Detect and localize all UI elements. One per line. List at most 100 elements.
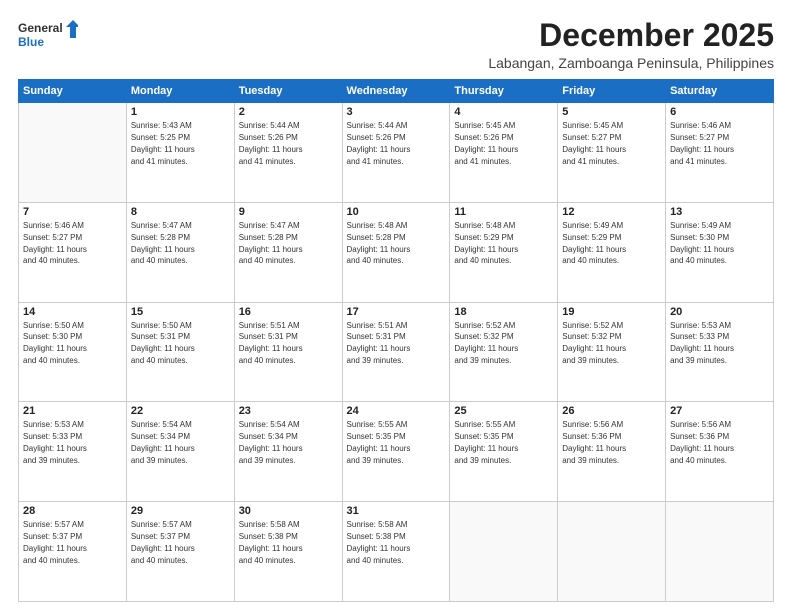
cell-info: Sunrise: 5:46 AMSunset: 5:27 PMDaylight:…: [23, 221, 87, 265]
cell-info: Sunrise: 5:43 AMSunset: 5:25 PMDaylight:…: [131, 121, 195, 165]
calendar-week-row: 1 Sunrise: 5:43 AMSunset: 5:25 PMDayligh…: [19, 103, 774, 203]
day-number: 1: [131, 106, 230, 118]
title-block: December 2025 Labangan, Zamboanga Penins…: [488, 18, 774, 71]
table-row: 17 Sunrise: 5:51 AMSunset: 5:31 PMDaylig…: [342, 302, 450, 402]
day-number: 14: [23, 306, 122, 318]
day-number: 28: [23, 505, 122, 517]
day-number: 17: [347, 306, 446, 318]
page: General Blue December 2025 Labangan, Zam…: [0, 0, 792, 612]
cell-info: Sunrise: 5:47 AMSunset: 5:28 PMDaylight:…: [239, 221, 303, 265]
cell-info: Sunrise: 5:50 AMSunset: 5:30 PMDaylight:…: [23, 321, 87, 365]
cell-info: Sunrise: 5:55 AMSunset: 5:35 PMDaylight:…: [454, 420, 518, 464]
col-monday: Monday: [126, 80, 234, 103]
table-row: 21 Sunrise: 5:53 AMSunset: 5:33 PMDaylig…: [19, 402, 127, 502]
cell-info: Sunrise: 5:45 AMSunset: 5:27 PMDaylight:…: [562, 121, 626, 165]
day-number: 20: [670, 306, 769, 318]
cell-info: Sunrise: 5:47 AMSunset: 5:28 PMDaylight:…: [131, 221, 195, 265]
day-number: 22: [131, 405, 230, 417]
cell-info: Sunrise: 5:46 AMSunset: 5:27 PMDaylight:…: [670, 121, 734, 165]
table-row: 4 Sunrise: 5:45 AMSunset: 5:26 PMDayligh…: [450, 103, 558, 203]
day-number: 6: [670, 106, 769, 118]
cell-info: Sunrise: 5:48 AMSunset: 5:28 PMDaylight:…: [347, 221, 411, 265]
table-row: [666, 502, 774, 602]
day-number: 19: [562, 306, 661, 318]
table-row: 25 Sunrise: 5:55 AMSunset: 5:35 PMDaylig…: [450, 402, 558, 502]
day-number: 23: [239, 405, 338, 417]
calendar-week-row: 21 Sunrise: 5:53 AMSunset: 5:33 PMDaylig…: [19, 402, 774, 502]
cell-info: Sunrise: 5:56 AMSunset: 5:36 PMDaylight:…: [562, 420, 626, 464]
day-number: 2: [239, 106, 338, 118]
col-saturday: Saturday: [666, 80, 774, 103]
day-number: 9: [239, 206, 338, 218]
table-row: 14 Sunrise: 5:50 AMSunset: 5:30 PMDaylig…: [19, 302, 127, 402]
cell-info: Sunrise: 5:51 AMSunset: 5:31 PMDaylight:…: [239, 321, 303, 365]
day-number: 24: [347, 405, 446, 417]
table-row: 31 Sunrise: 5:58 AMSunset: 5:38 PMDaylig…: [342, 502, 450, 602]
calendar-week-row: 14 Sunrise: 5:50 AMSunset: 5:30 PMDaylig…: [19, 302, 774, 402]
table-row: 30 Sunrise: 5:58 AMSunset: 5:38 PMDaylig…: [234, 502, 342, 602]
table-row: 6 Sunrise: 5:46 AMSunset: 5:27 PMDayligh…: [666, 103, 774, 203]
cell-info: Sunrise: 5:49 AMSunset: 5:30 PMDaylight:…: [670, 221, 734, 265]
calendar-header-row: Sunday Monday Tuesday Wednesday Thursday…: [19, 80, 774, 103]
calendar-week-row: 28 Sunrise: 5:57 AMSunset: 5:37 PMDaylig…: [19, 502, 774, 602]
day-number: 25: [454, 405, 553, 417]
cell-info: Sunrise: 5:53 AMSunset: 5:33 PMDaylight:…: [670, 321, 734, 365]
table-row: 8 Sunrise: 5:47 AMSunset: 5:28 PMDayligh…: [126, 202, 234, 302]
day-number: 16: [239, 306, 338, 318]
table-row: [558, 502, 666, 602]
day-number: 4: [454, 106, 553, 118]
logo-svg: General Blue: [18, 18, 78, 54]
cell-info: Sunrise: 5:44 AMSunset: 5:26 PMDaylight:…: [239, 121, 303, 165]
day-number: 5: [562, 106, 661, 118]
cell-info: Sunrise: 5:51 AMSunset: 5:31 PMDaylight:…: [347, 321, 411, 365]
table-row: 24 Sunrise: 5:55 AMSunset: 5:35 PMDaylig…: [342, 402, 450, 502]
day-number: 15: [131, 306, 230, 318]
table-row: [450, 502, 558, 602]
table-row: 9 Sunrise: 5:47 AMSunset: 5:28 PMDayligh…: [234, 202, 342, 302]
logo: General Blue: [18, 18, 78, 54]
cell-info: Sunrise: 5:54 AMSunset: 5:34 PMDaylight:…: [131, 420, 195, 464]
day-number: 18: [454, 306, 553, 318]
cell-info: Sunrise: 5:58 AMSunset: 5:38 PMDaylight:…: [347, 520, 411, 564]
cell-info: Sunrise: 5:49 AMSunset: 5:29 PMDaylight:…: [562, 221, 626, 265]
table-row: 2 Sunrise: 5:44 AMSunset: 5:26 PMDayligh…: [234, 103, 342, 203]
cell-info: Sunrise: 5:56 AMSunset: 5:36 PMDaylight:…: [670, 420, 734, 464]
table-row: 18 Sunrise: 5:52 AMSunset: 5:32 PMDaylig…: [450, 302, 558, 402]
table-row: 22 Sunrise: 5:54 AMSunset: 5:34 PMDaylig…: [126, 402, 234, 502]
col-tuesday: Tuesday: [234, 80, 342, 103]
calendar-table: Sunday Monday Tuesday Wednesday Thursday…: [18, 79, 774, 602]
day-number: 26: [562, 405, 661, 417]
cell-info: Sunrise: 5:54 AMSunset: 5:34 PMDaylight:…: [239, 420, 303, 464]
month-title: December 2025: [488, 18, 774, 53]
cell-info: Sunrise: 5:52 AMSunset: 5:32 PMDaylight:…: [454, 321, 518, 365]
cell-info: Sunrise: 5:57 AMSunset: 5:37 PMDaylight:…: [131, 520, 195, 564]
day-number: 27: [670, 405, 769, 417]
table-row: 27 Sunrise: 5:56 AMSunset: 5:36 PMDaylig…: [666, 402, 774, 502]
cell-info: Sunrise: 5:53 AMSunset: 5:33 PMDaylight:…: [23, 420, 87, 464]
table-row: 12 Sunrise: 5:49 AMSunset: 5:29 PMDaylig…: [558, 202, 666, 302]
day-number: 12: [562, 206, 661, 218]
location: Labangan, Zamboanga Peninsula, Philippin…: [488, 55, 774, 71]
day-number: 29: [131, 505, 230, 517]
cell-info: Sunrise: 5:57 AMSunset: 5:37 PMDaylight:…: [23, 520, 87, 564]
table-row: 26 Sunrise: 5:56 AMSunset: 5:36 PMDaylig…: [558, 402, 666, 502]
cell-info: Sunrise: 5:45 AMSunset: 5:26 PMDaylight:…: [454, 121, 518, 165]
table-row: 15 Sunrise: 5:50 AMSunset: 5:31 PMDaylig…: [126, 302, 234, 402]
col-sunday: Sunday: [19, 80, 127, 103]
table-row: 5 Sunrise: 5:45 AMSunset: 5:27 PMDayligh…: [558, 103, 666, 203]
table-row: 20 Sunrise: 5:53 AMSunset: 5:33 PMDaylig…: [666, 302, 774, 402]
calendar-week-row: 7 Sunrise: 5:46 AMSunset: 5:27 PMDayligh…: [19, 202, 774, 302]
cell-info: Sunrise: 5:48 AMSunset: 5:29 PMDaylight:…: [454, 221, 518, 265]
table-row: 19 Sunrise: 5:52 AMSunset: 5:32 PMDaylig…: [558, 302, 666, 402]
day-number: 8: [131, 206, 230, 218]
table-row: 11 Sunrise: 5:48 AMSunset: 5:29 PMDaylig…: [450, 202, 558, 302]
day-number: 31: [347, 505, 446, 517]
day-number: 21: [23, 405, 122, 417]
day-number: 7: [23, 206, 122, 218]
table-row: 10 Sunrise: 5:48 AMSunset: 5:28 PMDaylig…: [342, 202, 450, 302]
table-row: 16 Sunrise: 5:51 AMSunset: 5:31 PMDaylig…: [234, 302, 342, 402]
table-row: 23 Sunrise: 5:54 AMSunset: 5:34 PMDaylig…: [234, 402, 342, 502]
day-number: 13: [670, 206, 769, 218]
cell-info: Sunrise: 5:55 AMSunset: 5:35 PMDaylight:…: [347, 420, 411, 464]
day-number: 3: [347, 106, 446, 118]
